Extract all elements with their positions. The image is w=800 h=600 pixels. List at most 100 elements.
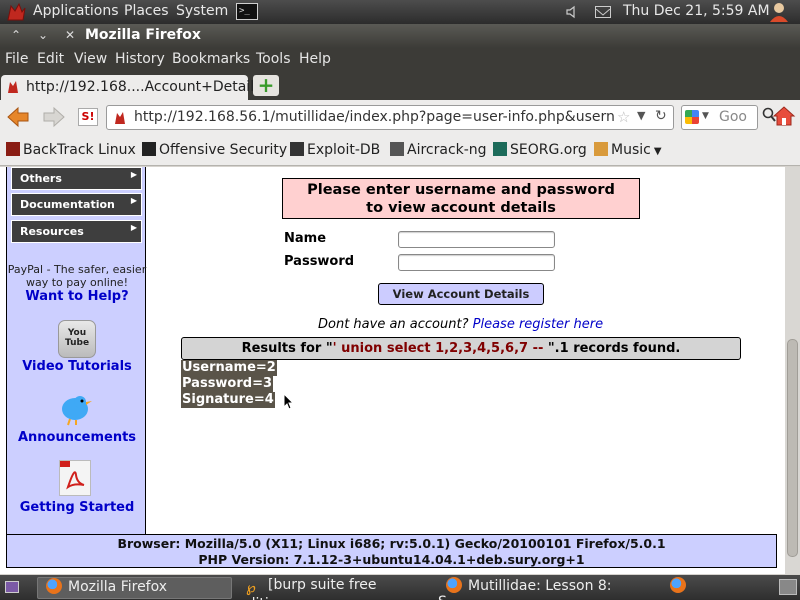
backtrack-icon (6, 142, 20, 156)
google-icon[interactable] (685, 110, 699, 124)
new-tab-button[interactable]: + (253, 75, 279, 96)
youtube-icon-text: You Tube (64, 328, 90, 348)
footer-browser-line: Browser: Mozilla/5.0 (X11; Linux i686; r… (117, 536, 666, 551)
firefox-icon (670, 577, 686, 593)
menu-bookmarks[interactable]: Bookmarks (172, 51, 250, 67)
menu-edit[interactable]: Edit (37, 51, 64, 67)
submenu-arrow-icon: ▶ (130, 170, 137, 179)
mail-icon[interactable] (595, 6, 611, 18)
menubar: File Edit View History Bookmarks Tools H… (0, 48, 800, 72)
sidebar-item-documentation[interactable]: Documentation ▶ (11, 193, 142, 216)
bookmark-offensive-security[interactable]: Offensive Security (142, 142, 287, 158)
task-burp-suite[interactable]: ℘[burp suite free editio... (238, 577, 433, 600)
back-arrow-icon[interactable] (6, 106, 30, 128)
mouse-cursor-icon (283, 393, 295, 410)
vertical-scrollbar[interactable] (785, 167, 800, 574)
bookmark-star-icon[interactable]: ☆ (617, 108, 630, 126)
register-prompt-text: Dont have an account? (318, 317, 469, 332)
bookmark-aircrack[interactable]: Aircrack-ng (390, 142, 487, 158)
want-to-help-link[interactable]: Want to Help? (7, 289, 147, 304)
menu-help[interactable]: Help (299, 51, 331, 67)
security-addon-icon[interactable]: S! (78, 108, 98, 126)
maximize-icon[interactable]: ⌃ (8, 27, 24, 43)
sidebar-item-label: Others (20, 172, 62, 185)
bookmark-folder-music[interactable]: Music ▼ (594, 142, 662, 158)
name-input[interactable] (398, 231, 555, 248)
sidebar-item-resources[interactable]: Resources ▶ (11, 220, 142, 243)
bookmark-label: Music (611, 142, 651, 158)
url-dropdown-icon[interactable]: ▼ (637, 109, 645, 122)
bookmark-seorg[interactable]: SEORG.org (493, 142, 587, 158)
scrollbar-thumb[interactable] (787, 339, 798, 557)
pdf-document-icon[interactable] (59, 460, 91, 496)
offsec-icon (142, 142, 156, 156)
task-mutillidae[interactable]: Mutillidae: Lesson 8: S... (438, 577, 633, 600)
twitter-bird-icon[interactable] (56, 389, 94, 427)
register-link[interactable]: Please register here (473, 317, 603, 332)
search-input[interactable]: ▼ Goo (681, 105, 758, 130)
message-line-2: to view account details (366, 200, 556, 216)
menu-system[interactable]: System (176, 3, 228, 19)
password-label: Password (284, 254, 355, 269)
terminal-launcher-icon[interactable]: >_ (236, 3, 258, 20)
paypal-line-2: way to pay online! (26, 276, 128, 289)
show-desktop-icon[interactable] (5, 581, 19, 593)
window-title: Mozilla Firefox (85, 27, 201, 43)
task-label: Mutillidae: Lesson 8: S... (438, 578, 612, 600)
volume-icon[interactable] (565, 5, 579, 19)
submenu-arrow-icon: ▶ (130, 196, 137, 205)
bookmark-backtrack[interactable]: BackTrack Linux (6, 142, 136, 158)
page-viewport: Others ▶ Documentation ▶ Resources ▶ PayPal… (0, 167, 785, 574)
sidebar-item-label: Resources (20, 225, 84, 238)
tab-account-details[interactable]: http://192.168....Account+Details (1, 75, 261, 100)
task-firefox-extra[interactable] (664, 577, 692, 599)
seorg-icon (493, 142, 507, 156)
bookmark-exploit-db[interactable]: Exploit-DB (290, 142, 380, 158)
menu-places[interactable]: Places (124, 3, 169, 19)
bookmark-label: Offensive Security (159, 142, 288, 158)
window-titlebar: ⌃ ⌄ ✕ Mozilla Firefox (0, 24, 800, 48)
exploit-db-icon (290, 142, 304, 156)
sidebar-item-label: Documentation (20, 198, 115, 211)
trash-icon[interactable] (779, 579, 797, 595)
reload-icon[interactable]: ↻ (655, 108, 667, 124)
home-icon[interactable] (772, 105, 796, 127)
menu-tools[interactable]: Tools (256, 51, 291, 67)
forward-arrow-icon[interactable] (42, 106, 66, 128)
paypal-line-1: PayPal - The safer, easier (7, 263, 147, 276)
output-signature: Signature=4 (181, 392, 275, 408)
acrobat-icon (60, 461, 85, 490)
task-mozilla-firefox[interactable]: Mozilla Firefox (37, 577, 232, 599)
announcements-link[interactable]: Announcements (7, 430, 147, 445)
youtube-icon[interactable]: You Tube (58, 320, 96, 358)
sidebar-item-others[interactable]: Others ▶ (11, 167, 142, 190)
site-favicon-icon (115, 112, 125, 124)
task-label: Mozilla Firefox (68, 579, 168, 595)
navigation-toolbar: S! http://192.168.56.1/mutillidae/index.… (0, 100, 800, 136)
url-text[interactable]: http://192.168.56.1/mutillidae/index.php… (134, 109, 614, 125)
output-username: Username=2 (181, 360, 277, 376)
clock[interactable]: Thu Dec 21, 5:59 AM (623, 3, 770, 19)
menu-history[interactable]: History (115, 51, 165, 67)
close-icon[interactable]: ✕ (62, 27, 78, 43)
firefox-icon (46, 578, 62, 594)
tab-title: http://192.168....Account+Details (26, 79, 262, 95)
minimize-icon[interactable]: ⌄ (35, 27, 51, 43)
getting-started-link[interactable]: Getting Started (7, 500, 147, 515)
results-prefix: Results for " (241, 341, 333, 356)
menu-file[interactable]: File (5, 51, 28, 67)
menu-applications[interactable]: Applications (33, 3, 119, 19)
menu-view[interactable]: View (74, 51, 107, 67)
url-bar[interactable]: http://192.168.56.1/mutillidae/index.php… (106, 105, 674, 130)
user-icon[interactable] (768, 2, 790, 22)
instruction-message: Please enter username and password to vi… (282, 178, 640, 219)
video-tutorials-link[interactable]: Video Tutorials (7, 359, 147, 374)
chevron-down-icon: ▼ (653, 146, 662, 157)
password-input[interactable] (398, 254, 555, 271)
view-account-details-button[interactable]: View Account Details (378, 283, 544, 305)
engine-dropdown-icon[interactable]: ▼ (702, 111, 709, 121)
backtrack-dragon-icon[interactable] (5, 2, 27, 22)
folder-icon (594, 142, 608, 156)
results-query: ' union select 1,2,3,4,5,6,7 -- (332, 341, 548, 356)
bookmark-label: SEORG.org (510, 142, 587, 158)
